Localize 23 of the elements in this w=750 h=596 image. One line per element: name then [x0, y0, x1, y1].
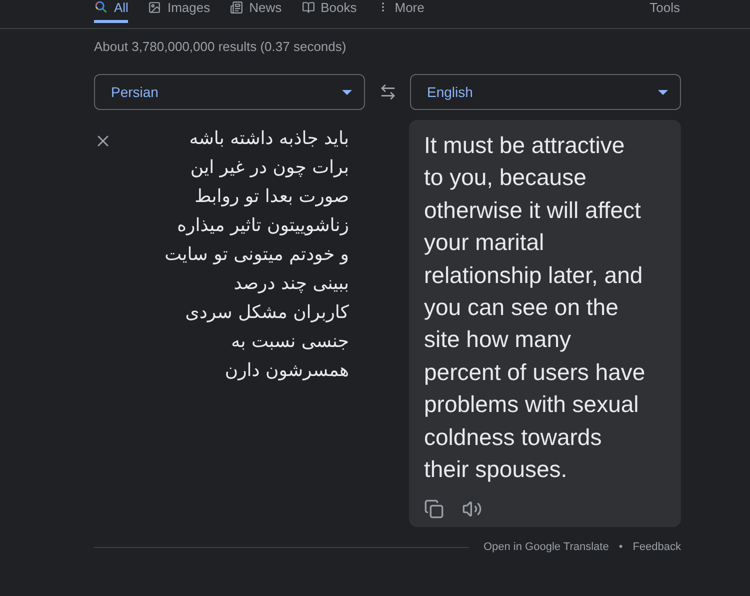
feedback-link[interactable]: Feedback	[632, 541, 681, 554]
swap-icon[interactable]	[378, 83, 396, 101]
search-icon	[94, 0, 108, 14]
tools-button[interactable]: Tools	[650, 0, 680, 20]
copy-icon[interactable]	[424, 499, 444, 520]
image-icon	[148, 0, 162, 14]
source-text: باید جاذبه داشته باشه برات چون در غیر این صورت بعدا تو روابط زناشوییتون تاثیر میذاره و خودتم میتونی تو سایت ببینی چند درصد کاربران مشکل سردی جنسی نسبت به همسرشون دارن	[164, 127, 350, 383]
search-tab[interactable]: Images	[148, 0, 210, 23]
speaker-icon[interactable]	[462, 499, 482, 520]
result-stats: About 3,780,000,000 results (0.37 seconds)	[94, 39, 348, 56]
book-icon	[302, 0, 315, 14]
caret-icon	[342, 90, 352, 94]
caret-icon	[658, 90, 668, 94]
search-tab[interactable]: News	[230, 0, 282, 23]
open-in-translate-link[interactable]: Open in Google Translate	[483, 541, 609, 554]
translation-text: It must be attractive to you, because otherwise it will affect your marital relationship later, and you can see on the site how many percent of users have problems with sexual coldness towards their spouses.	[424, 131, 646, 484]
search-tab[interactable]: More	[376, 0, 424, 23]
newspaper-icon	[230, 0, 244, 14]
source-language-select[interactable]: Persian	[94, 74, 365, 110]
target-language-select[interactable]: English	[410, 74, 681, 110]
search-tab[interactable]: All	[94, 0, 128, 23]
separator-dot: •	[618, 541, 623, 554]
search-tab[interactable]: Books	[302, 0, 357, 23]
